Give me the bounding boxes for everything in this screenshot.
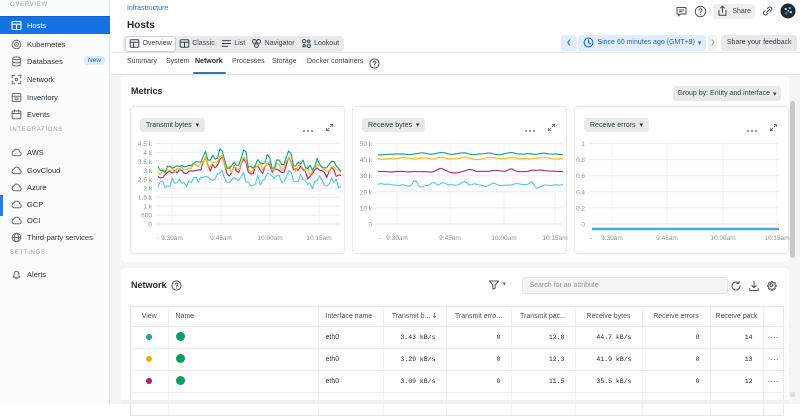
svg-text:10:15am: 10:15am (542, 235, 567, 242)
svg-text:-: - (590, 235, 592, 242)
svg-text:0.8: 0.8 (576, 157, 585, 164)
svg-text:0.4: 0.4 (576, 189, 585, 196)
svg-text:0: 0 (368, 222, 372, 229)
svg-text:30 k: 30 k (360, 173, 373, 180)
svg-text:4 k: 4 k (143, 150, 152, 157)
svg-text:10:00am: 10:00am (257, 235, 282, 242)
svg-text:0: 0 (581, 222, 585, 229)
svg-text:9:45am: 9:45am (439, 235, 461, 242)
svg-text:4.5 k: 4.5 k (138, 141, 153, 148)
svg-text:10:15am: 10:15am (764, 235, 789, 242)
svg-text:0.6: 0.6 (576, 173, 585, 180)
svg-text:20 k: 20 k (360, 189, 373, 196)
svg-text:10:00am: 10:00am (491, 235, 516, 242)
svg-text:500: 500 (141, 213, 152, 220)
svg-text:-: - (157, 235, 159, 242)
svg-text:9:30am: 9:30am (386, 235, 408, 242)
svg-text:40 k: 40 k (360, 157, 373, 164)
svg-text:2.5 k: 2.5 k (138, 177, 153, 184)
svg-text:10:15am: 10:15am (306, 235, 331, 242)
svg-text:9:45am: 9:45am (210, 235, 232, 242)
svg-text:1 k: 1 k (143, 204, 152, 211)
svg-text:50 k: 50 k (360, 141, 373, 148)
svg-text:0.2: 0.2 (576, 205, 585, 212)
svg-text:9:30am: 9:30am (601, 235, 623, 242)
svg-text:2 k: 2 k (143, 186, 152, 193)
svg-text:0: 0 (148, 222, 152, 229)
svg-text:-: - (379, 235, 381, 242)
svg-text:3 k: 3 k (143, 168, 152, 175)
svg-text:3.5 k: 3.5 k (138, 159, 153, 166)
svg-text:9:30am: 9:30am (161, 235, 183, 242)
svg-text:1: 1 (581, 141, 585, 148)
svg-text:10 k: 10 k (360, 205, 373, 212)
svg-text:9:45am: 9:45am (656, 235, 678, 242)
svg-text:10:00am: 10:00am (710, 235, 735, 242)
svg-text:1.5 k: 1.5 k (138, 195, 153, 202)
